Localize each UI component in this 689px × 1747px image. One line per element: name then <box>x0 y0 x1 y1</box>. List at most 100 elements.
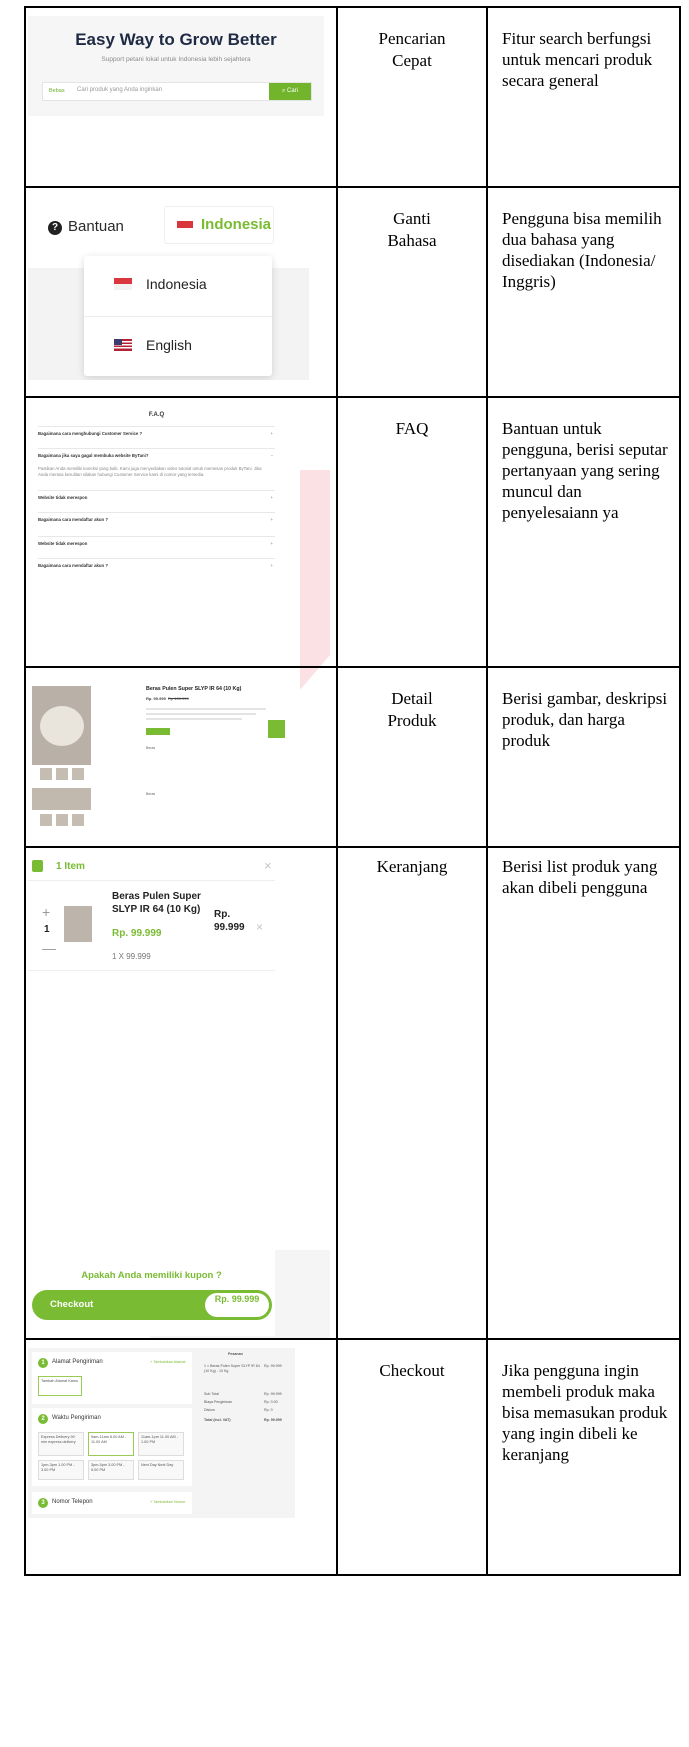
language-menu: Indonesia English <box>84 256 272 376</box>
product-description-line <box>146 708 266 710</box>
faq-question-text: Website tidak merespon <box>38 541 88 546</box>
cart-item-total: Rp. 99.999 <box>214 909 245 933</box>
feature-name: Checkout <box>336 1338 488 1576</box>
time-slot[interactable]: Next Day Next Day <box>138 1460 184 1480</box>
plus-icon: + <box>270 431 273 436</box>
help-label: Bantuan <box>68 218 124 235</box>
feature-name: Pencarian Cepat <box>336 6 488 188</box>
cart-float-button[interactable] <box>268 720 285 738</box>
phone-title: Nomor Telepon <box>52 1499 93 1505</box>
product-price: Rp. 99.999 Rp 109.999 <box>146 696 189 701</box>
menu-divider <box>84 316 272 317</box>
time-slot[interactable]: Express Delivery 90 min express delivery <box>38 1432 84 1456</box>
checkout-screenshot: 1 Alamat Pengiriman + Tambahkan Alamat T… <box>28 1348 295 1518</box>
feature-name-text: Pencarian Cepat <box>378 29 446 70</box>
feature-name-text: Keranjang <box>376 857 448 876</box>
product-description-line <box>146 718 242 720</box>
step-number: 3 <box>38 1498 48 1508</box>
time-slot[interactable]: 1pm-3pm 1.00 PM - 3.00 PM <box>38 1460 84 1480</box>
language-selected: Indonesia <box>201 216 272 233</box>
minus-icon[interactable]: — <box>42 940 56 956</box>
remove-item-icon[interactable]: × <box>256 920 263 934</box>
checkout-button[interactable]: Checkout Rp. 99.999 <box>32 1290 272 1320</box>
product-thumbnail[interactable] <box>40 768 52 780</box>
search-input[interactable]: Cari produk yang Anda inginkan <box>77 87 162 93</box>
feature-description: Fitur search berfungsi untuk mencari pro… <box>486 6 681 188</box>
language-option-english[interactable]: English <box>146 337 192 353</box>
product-main-image <box>32 686 91 765</box>
feature-table: Easy Way to Grow Better Support petani l… <box>24 6 681 1576</box>
feature-name-text: Checkout <box>379 1361 445 1380</box>
feature-description-text: Berisi list produk yang akan dibeli peng… <box>502 857 658 897</box>
faq-question[interactable]: Bagaimana jika saya gagal membuka websit… <box>38 448 275 463</box>
time-slot[interactable]: 11am-1pm 11.00 AM - 1.00 PM <box>138 1432 184 1456</box>
feature-name: Detail Produk <box>336 666 488 848</box>
summary-label: Biaya Pengiriman <box>204 1400 233 1404</box>
screenshot-cell: ? Bantuan Indonesia Indonesia English <box>24 186 338 398</box>
summary-label: Sub Total <box>204 1392 219 1396</box>
screenshot-cell: Beras Pulen Super SLYP IR 64 (10 Kg) Rp.… <box>24 666 338 848</box>
close-icon[interactable]: × <box>264 858 272 873</box>
feature-description-text: Fitur search berfungsi untuk mencari pro… <box>502 29 653 90</box>
feature-name: FAQ <box>336 396 488 668</box>
us-flag-icon <box>114 339 132 351</box>
time-slot[interactable]: 9am-11am 8.00 AM - 11.00 AM <box>88 1432 134 1456</box>
time-slot[interactable]: 3pm-5pm 3.00 PM - 5.00 PM <box>88 1460 134 1480</box>
faq-question[interactable]: Bagaimana cara mendaftar akun ? + <box>38 512 275 527</box>
divider <box>28 880 275 881</box>
faq-question[interactable]: Bagaimana cara menghubungi Customer Serv… <box>38 426 275 441</box>
feature-description: Berisi list produk yang akan dibeli peng… <box>486 846 681 1340</box>
cart-screenshot: 1 Item × + 1 — Beras Pulen Super SLYP IR… <box>28 856 275 1336</box>
search-button[interactable]: ⌕ Cari <box>269 83 311 100</box>
language-option-indonesia[interactable]: Indonesia <box>146 276 207 292</box>
product-thumbnail[interactable] <box>72 768 84 780</box>
faq-question[interactable]: Website tidak merespon + <box>38 536 275 551</box>
plus-icon[interactable]: + <box>42 904 50 920</box>
time-title: Waktu Pengiriman <box>52 1415 101 1421</box>
product-thumbnail[interactable] <box>40 814 52 826</box>
help-icon: ? <box>48 221 62 235</box>
plus-icon: + <box>270 495 273 500</box>
faq-question-text: Website tidak merespon <box>38 495 88 500</box>
feature-description-text: Jika pengguna ingin membeli produk maka … <box>502 1361 668 1464</box>
feature-description: Bantuan untuk pengguna, berisi seputar p… <box>486 396 681 668</box>
add-phone-link[interactable]: + Tambahkan Nomor <box>150 1500 185 1504</box>
table-row: Beras Pulen Super SLYP IR 64 (10 Kg) Rp.… <box>24 666 681 848</box>
summary-value: Rp. 0.00 <box>264 1400 278 1404</box>
faq-question-text: Bagaimana jika saya gagal membuka websit… <box>38 453 149 458</box>
table-row: 1 Item × + 1 — Beras Pulen Super SLYP IR… <box>24 846 681 1340</box>
plus-icon: + <box>270 541 273 546</box>
product-thumbnail[interactable] <box>72 814 84 826</box>
product-thumbnail[interactable] <box>56 768 68 780</box>
feature-description-text: Pengguna bisa memilih dua bahasa yang di… <box>502 209 662 291</box>
category-label: Beras <box>146 746 156 750</box>
hero-subheading: Support petani lokal untuk Indonesia leb… <box>101 56 251 63</box>
summary-label: Total (Incl. VAT) <box>204 1418 231 1422</box>
feature-description-text: Bantuan untuk pengguna, berisi seputar p… <box>502 419 668 522</box>
search-screenshot: Easy Way to Grow Better Support petani l… <box>28 16 324 116</box>
product-thumbnail[interactable] <box>56 814 68 826</box>
feature-name: Keranjang <box>336 846 488 1340</box>
add-address-link[interactable]: + Tambahkan Alamat <box>150 1360 186 1364</box>
summary-value: Rp. 0 <box>264 1408 273 1412</box>
feature-description: Pengguna bisa memilih dua bahasa yang di… <box>486 186 681 398</box>
checkout-amount: Rp. 99.999 <box>205 1293 269 1317</box>
quantity-stepper[interactable] <box>146 728 170 735</box>
category-select[interactable]: Bebas <box>49 88 65 94</box>
screenshot-cell: Easy Way to Grow Better Support petani l… <box>24 6 338 188</box>
cart-item-name: Beras Pulen Super SLYP IR 64 (10 Kg) <box>112 891 201 915</box>
faq-question-text: Bagaimana cara menghubungi Customer Serv… <box>38 431 143 436</box>
coupon-link[interactable]: Apakah Anda memiliki kupon ? <box>28 1270 275 1281</box>
plus-icon: + <box>270 563 273 568</box>
faq-answer: Pastikan Anda memiliki koneksi yang baik… <box>38 466 262 477</box>
search-button-label: Cari <box>287 88 299 94</box>
cart-count: 1 Item <box>56 861 85 872</box>
faq-question[interactable]: Bagaimana cara mendaftar akun ? + <box>38 558 275 573</box>
feature-name-text: FAQ <box>395 419 429 438</box>
language-selector[interactable]: Indonesia <box>164 206 274 244</box>
help-link[interactable]: ? Bantuan <box>48 218 124 235</box>
faq-question[interactable]: Website tidak merespon + <box>38 490 275 505</box>
address-option[interactable]: Tambah Alamat Kamu <box>38 1376 82 1396</box>
cart-quantity: 1 <box>44 924 50 935</box>
summary-value: Rp. 99.999 <box>264 1418 282 1422</box>
